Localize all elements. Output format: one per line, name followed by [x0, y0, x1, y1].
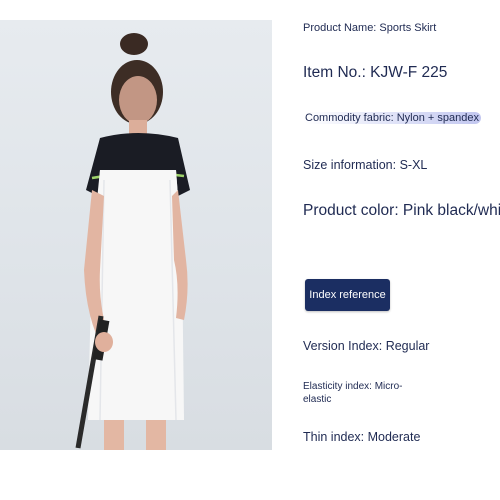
version-index-label: Version Index: Regular: [303, 339, 430, 353]
item-number-label: Item No.: KJW-F 225: [303, 64, 448, 81]
model-figure-image: [75, 33, 190, 450]
elasticity-index-label: Elasticity index: Micro-elastic: [303, 381, 403, 405]
thin-index-label: Thin index: Moderate: [303, 430, 421, 444]
product-photo: [0, 20, 272, 450]
index-reference-button[interactable]: Index reference: [305, 279, 390, 311]
size-information-label: Size information: S-XL: [303, 158, 428, 172]
commodity-fabric-label: Commodity fabric: Nylon + spandex: [303, 112, 481, 124]
product-name-label: Product Name: Sports Skirt: [303, 22, 437, 34]
product-color-label: Product color: Pink black/white: [303, 202, 500, 219]
fabric-text: Commodity fabric: Nylon + spandex: [303, 112, 481, 124]
